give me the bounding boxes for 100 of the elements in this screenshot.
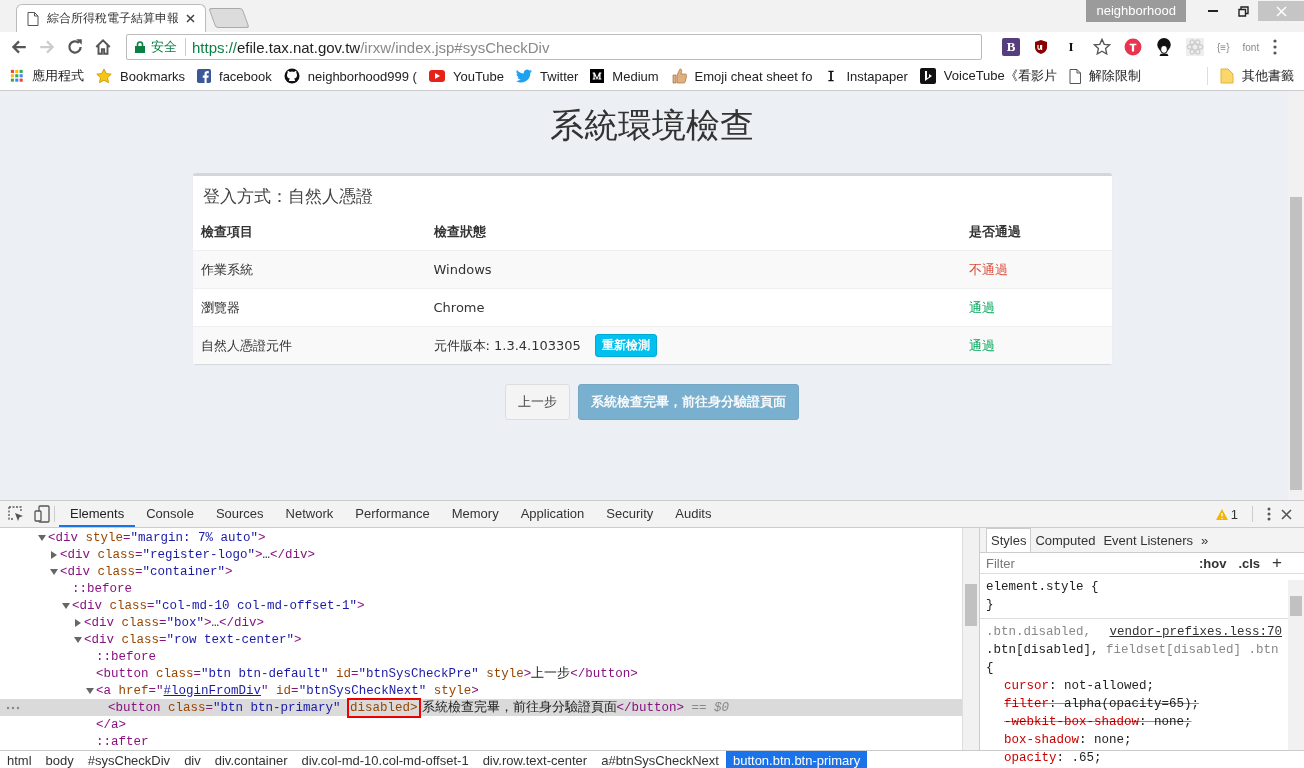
devtools-tab[interactable]: Console — [135, 501, 205, 527]
devtools-tab[interactable]: Security — [595, 501, 665, 527]
breadcrumb-item[interactable]: #sysCheckDiv — [80, 751, 178, 768]
table-cell: 元件版本: 1.3.4.103305 — [433, 336, 581, 355]
extension-button[interactable]: {≡} — [1217, 41, 1230, 53]
bookmark-link[interactable]: Bookmarks — [120, 68, 186, 84]
extension-button[interactable]: B — [1002, 38, 1020, 56]
devtools-tab[interactable]: Network — [274, 501, 345, 527]
bookmark-link[interactable]: Instapaper — [846, 68, 908, 84]
page-icon — [27, 11, 39, 26]
browser-tab[interactable]: 綜合所得稅電子結算申報 — [16, 4, 206, 32]
bookmark-link[interactable]: Twitter — [540, 68, 579, 84]
dom-tree-row[interactable]: <button class="btn btn-primary" disabled> 系統檢查完畢，前往身分驗證頁面</button> == $0 — [0, 699, 962, 716]
dom-tree-row[interactable]: <div class="box">…</div> — [0, 614, 962, 631]
page-icon — [1068, 68, 1081, 84]
css-selector: .btn.disabled, — [986, 625, 1092, 639]
dom-tree-row[interactable]: <div class="row text-center"> — [0, 631, 962, 648]
dom-tree-row[interactable]: <a href="#loginFromDiv" id="btnSysCheckNext" style> — [0, 682, 962, 699]
security-label: 安全 — [151, 38, 186, 56]
dom-tree-row[interactable]: ::before — [0, 580, 962, 597]
devtools-tab[interactable]: Application — [509, 501, 596, 527]
sidebar-tab[interactable]: Styles — [986, 528, 1032, 552]
expand-toggle-icon[interactable] — [74, 618, 82, 627]
circle-extension-icon — [1124, 38, 1142, 56]
more-tabs-button[interactable]: » — [1197, 529, 1213, 552]
bird-icon — [516, 69, 533, 83]
scrollbar[interactable] — [1288, 580, 1304, 750]
expand-toggle-icon[interactable] — [62, 601, 70, 610]
bookmark-link[interactable]: VoiceTube《看影片 — [943, 67, 1057, 85]
back-step-button[interactable]: 上一步 — [505, 384, 570, 420]
breadcrumb-item[interactable]: html — [0, 751, 39, 768]
dom-tree-row[interactable]: ::before — [0, 648, 962, 665]
inspect-icon — [8, 506, 24, 522]
html-code-line: ::before — [96, 649, 156, 664]
bookmark-link[interactable]: 應用程式 — [32, 67, 84, 85]
expand-toggle-icon[interactable] — [50, 567, 58, 576]
bookmark-link[interactable]: Medium — [612, 68, 659, 84]
href-link[interactable]: #loginFromDiv — [163, 683, 262, 698]
css-selector: { — [986, 661, 994, 675]
dom-tree-row[interactable]: <button class="btn btn-default" id="btnSysCheckPre" style>上一步</button> — [0, 665, 962, 682]
shield-extension-icon — [1033, 39, 1049, 55]
menu-icon — [1267, 507, 1271, 521]
breadcrumb-item[interactable]: div.container — [207, 751, 295, 768]
back-button[interactable] — [10, 38, 28, 56]
devtools-tab[interactable]: Performance — [344, 501, 441, 527]
expand-toggle-icon[interactable] — [86, 686, 94, 695]
page-heading: 系統環境檢查 — [550, 104, 754, 147]
breadcrumb-item[interactable]: div.row.text-center — [475, 751, 595, 768]
reload-button[interactable] — [66, 38, 84, 56]
css-declaration: box-shadow: none; — [1004, 733, 1132, 747]
dom-tree-row[interactable]: </a> — [0, 716, 962, 733]
html-code-line: <div class="row text-center"> — [84, 632, 302, 647]
devtools-tab[interactable]: Elements — [59, 501, 136, 527]
class-toggle-button[interactable]: .cls — [1238, 555, 1261, 571]
scrollbar[interactable] — [962, 528, 979, 750]
table-cell-text: 瀏覽器 — [199, 298, 240, 317]
medium-m-icon — [590, 69, 605, 83]
home-button[interactable] — [94, 38, 112, 56]
star-icon — [96, 68, 112, 84]
source-link[interactable]: vendor-prefixes.less:70 — [1109, 625, 1282, 639]
bookmark-link[interactable]: facebook — [219, 68, 272, 84]
devtools-tab[interactable]: Memory — [440, 501, 510, 527]
device-toggle-icon — [34, 505, 50, 523]
breadcrumb-item[interactable]: div — [177, 751, 208, 768]
scrollbar[interactable] — [1288, 91, 1304, 500]
dom-tree-row[interactable]: <div class="col-md-10 col-md-offset-1"> — [0, 597, 962, 614]
sidebar-tab[interactable]: Computed — [1031, 529, 1100, 552]
dom-tree-row[interactable]: <div class="register-logo">…</div> — [0, 546, 962, 563]
close-icon[interactable] — [186, 14, 195, 23]
expand-toggle-icon[interactable] — [50, 550, 58, 559]
warning-count[interactable]: 1 — [1230, 506, 1238, 522]
html-code-line: <div style="margin: 7% auto"> — [48, 530, 266, 545]
devtools-tab[interactable]: Sources — [204, 501, 275, 527]
address-bar[interactable]: 安全 https://efile.tax.nat.gov.tw/irxw/index.jsp#sysCheckDiv — [126, 34, 982, 60]
bookmark-link[interactable]: neighborhood999 ( — [307, 68, 417, 84]
bookmark-link[interactable]: YouTube — [452, 68, 505, 84]
table-cell-text: 自然人憑證元件 — [199, 336, 292, 355]
restore-icon — [1237, 5, 1249, 17]
dom-tree-row[interactable]: <div style="margin: 7% auto"> — [0, 529, 962, 546]
extension-button[interactable]: font — [1242, 41, 1260, 53]
lock-icon — [135, 41, 145, 53]
expand-toggle-icon[interactable] — [74, 635, 82, 644]
filter-field[interactable]: Filter — [986, 555, 1187, 571]
bookmark-link[interactable]: 解除限制 — [1088, 67, 1141, 85]
dom-tree-row[interactable]: <div class="container"> — [0, 563, 962, 580]
hover-state-button[interactable]: :hov — [1198, 555, 1227, 571]
bookmark-folder[interactable]: 其他書籤 — [1242, 67, 1294, 85]
expand-toggle-icon[interactable] — [38, 533, 46, 542]
dom-tree-row[interactable]: ::after — [0, 733, 962, 750]
breadcrumb-item[interactable]: a#btnSysCheckNext — [594, 751, 726, 768]
sidebar-tab[interactable]: Event Listeners — [1099, 529, 1197, 552]
breadcrumb-item[interactable]: div.col-md-10.col-md-offset-1 — [294, 751, 476, 768]
atom-icon — [1186, 38, 1204, 56]
html-code-line: <div class="container"> — [60, 564, 233, 579]
breadcrumb-item[interactable]: button.btn.btn-primary — [725, 751, 868, 768]
bookmark-link[interactable]: Emoji cheat sheet fo — [694, 68, 813, 84]
new-rule-button[interactable]: + — [1272, 553, 1282, 573]
breadcrumb-item[interactable]: body — [38, 751, 81, 768]
devtools-tab[interactable]: Audits — [664, 501, 723, 527]
facebook-icon — [197, 69, 212, 83]
